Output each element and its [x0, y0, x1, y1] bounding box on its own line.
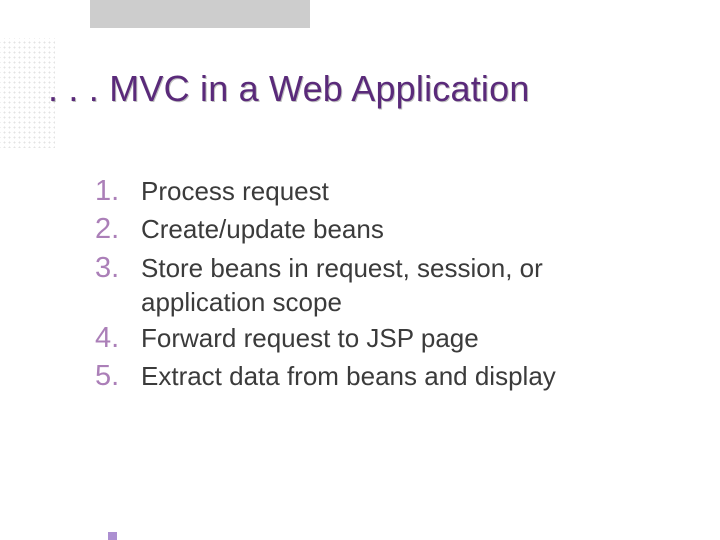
list-number: 4. [95, 319, 141, 357]
list-text: Store beans in request, session, or appl… [141, 249, 670, 320]
list-item: 3. Store beans in request, session, or a… [95, 249, 670, 320]
list-number: 3. [95, 249, 141, 287]
list-text: Extract data from beans and display [141, 357, 670, 393]
list-number: 5. [95, 357, 141, 395]
top-decor-bar [90, 0, 310, 28]
list-text: Process request [141, 172, 670, 208]
list-number: 1. [95, 172, 141, 210]
list-item: 1. Process request [95, 172, 670, 210]
list-item: 2. Create/update beans [95, 210, 670, 248]
list-text: Create/update beans [141, 210, 670, 246]
numbered-list: 1. Process request 2. Create/update bean… [95, 172, 670, 396]
dot-grid-decor [0, 38, 55, 148]
list-item: 5. Extract data from beans and display [95, 357, 670, 395]
list-number: 2. [95, 210, 141, 248]
list-item: 4. Forward request to JSP page [95, 319, 670, 357]
slide: . . . MVC in a Web Application 1. Proces… [0, 0, 720, 540]
list-text: Forward request to JSP page [141, 319, 670, 355]
bottom-accent-square [108, 532, 117, 540]
slide-title: . . . MVC in a Web Application [48, 68, 680, 110]
